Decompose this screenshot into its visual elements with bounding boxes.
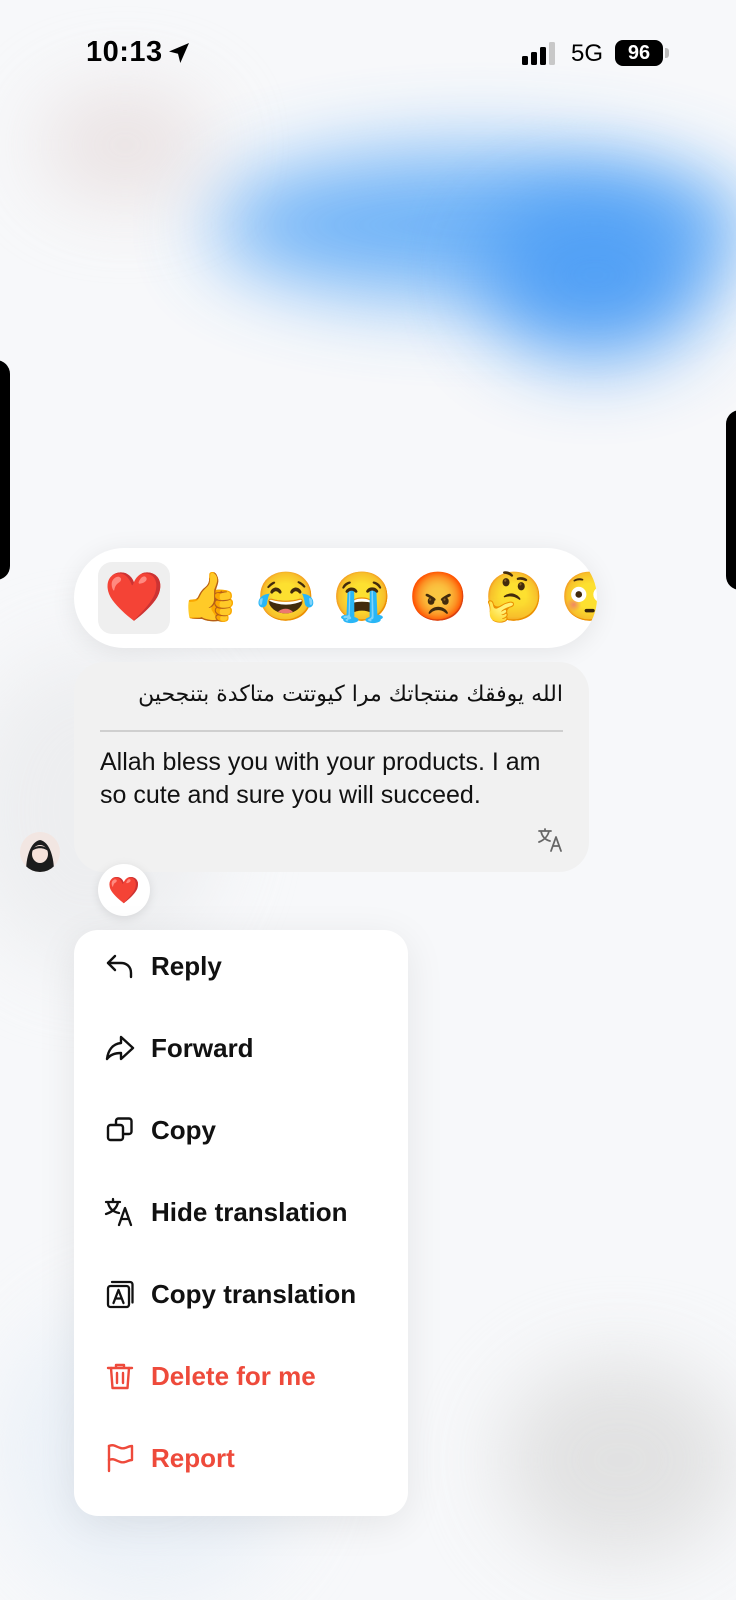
- context-menu: Reply Forward Copy Hide translation Copy…: [74, 930, 408, 1516]
- translate-icon: [104, 1197, 133, 1227]
- copy-translation-icon: [106, 1280, 134, 1309]
- menu-copy[interactable]: Copy: [74, 1094, 408, 1164]
- reaction-angry[interactable]: 😡: [402, 562, 474, 634]
- reaction-shocked[interactable]: 😳: [554, 562, 597, 634]
- menu-report[interactable]: Report: [74, 1422, 408, 1492]
- message-reaction-badge[interactable]: ❤️: [98, 864, 150, 916]
- reaction-heart[interactable]: ❤️: [98, 562, 170, 634]
- reaction-bar: ❤️ 👍 😂 😭 😡 🤔 😳: [74, 548, 597, 648]
- menu-reply-label: Reply: [151, 951, 222, 981]
- forward-icon: [105, 1035, 135, 1061]
- menu-copy-label: Copy: [151, 1115, 216, 1145]
- avatar[interactable]: [20, 832, 60, 872]
- menu-hide-translation[interactable]: Hide translation: [74, 1176, 408, 1246]
- reaction-laughing[interactable]: 😂: [250, 562, 322, 634]
- reaction-thumbs-up[interactable]: 👍: [174, 562, 246, 634]
- menu-copy-translation-label: Copy translation: [151, 1279, 357, 1309]
- network-type: 5G: [571, 40, 604, 67]
- translate-icon: [538, 828, 562, 852]
- message-original-text: الله يوفقك منتجاتك مرا كيوتتت متاكدة بتن…: [138, 682, 563, 707]
- reaction-crying[interactable]: 😭: [326, 562, 398, 634]
- menu-delete-for-me[interactable]: Delete for me: [74, 1340, 408, 1410]
- trash-icon: [106, 1363, 134, 1390]
- menu-forward-label: Forward: [151, 1033, 254, 1063]
- battery-cap: [665, 48, 669, 58]
- menu-report-label: Report: [151, 1443, 235, 1473]
- signal-icon: [522, 42, 555, 65]
- menu-delete-label: Delete for me: [151, 1361, 316, 1391]
- translation-divider: [100, 730, 563, 732]
- flag-icon: [107, 1444, 134, 1473]
- menu-copy-translation[interactable]: Copy translation: [74, 1258, 408, 1328]
- location-arrow-icon: [169, 43, 189, 63]
- menu-reply[interactable]: Reply: [74, 930, 408, 1000]
- menu-forward[interactable]: Forward: [74, 1012, 408, 1082]
- battery-icon: 96: [615, 40, 663, 66]
- menu-hide-translation-label: Hide translation: [151, 1197, 348, 1227]
- message-translated-text: Allah bless you with your products. I am…: [100, 748, 541, 809]
- reaction-thinking[interactable]: 🤔: [478, 562, 550, 634]
- status-bar: 10:13 5G 96: [0, 0, 736, 110]
- copy-icon: [106, 1117, 133, 1142]
- status-time: 10:13: [86, 36, 163, 68]
- reply-icon: [106, 954, 133, 979]
- message-bubble[interactable]: الله يوفقك منتجاتك مرا كيوتتت متاكدة بتن…: [74, 662, 589, 872]
